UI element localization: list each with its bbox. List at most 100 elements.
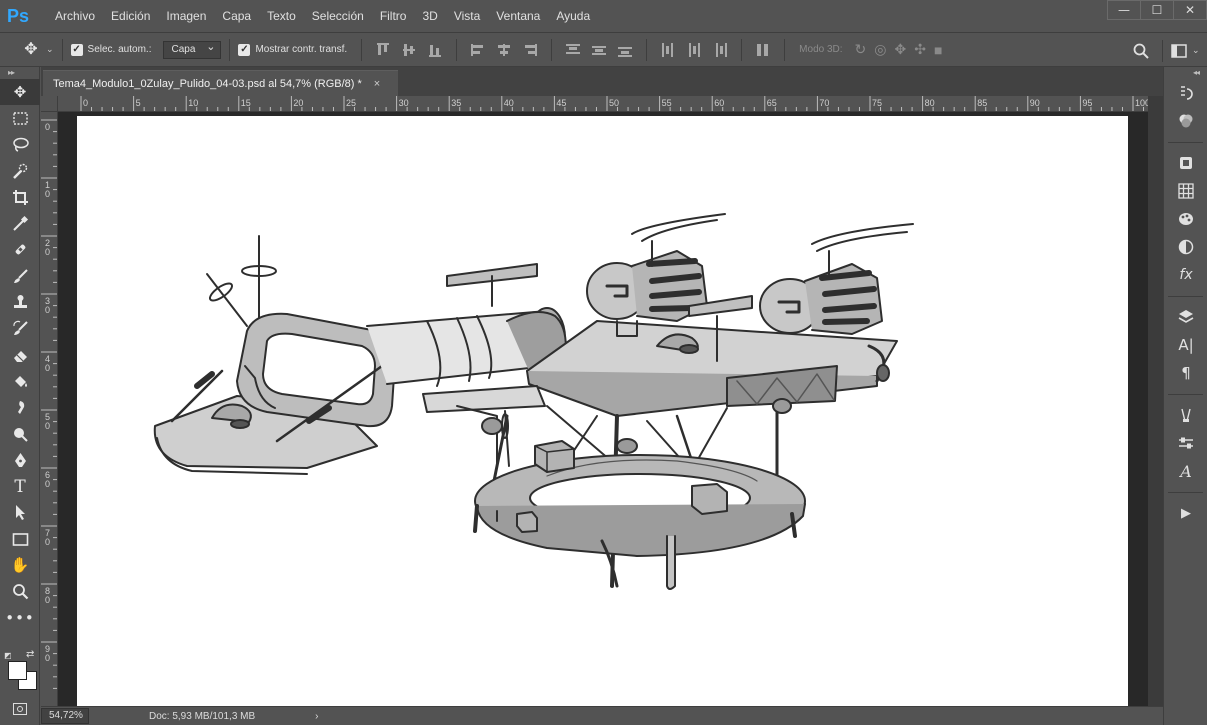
menu-ayuda[interactable]: Ayuda [548, 0, 598, 32]
distribute-top-icon[interactable] [565, 42, 581, 58]
menu-imagen[interactable]: Imagen [158, 0, 214, 32]
layer-style-fx-icon[interactable]: fx [1164, 261, 1207, 289]
vertical-scrollbar[interactable] [1148, 96, 1163, 706]
workspace-switcher-icon[interactable]: ⌄ [1171, 43, 1207, 58]
horizontal-ruler[interactable]: 0 5 10 15 20 25 30 35 40 45 50 55 60 65 70 75 80 85 90 95 10… [58, 96, 1148, 112]
actions-play-icon[interactable]: ▶ [1164, 499, 1207, 527]
zoom-icon[interactable] [0, 579, 40, 605]
adjustments-panel-icon[interactable] [1164, 233, 1207, 261]
history-brush-icon[interactable] [0, 316, 40, 342]
distribute-center-icon[interactable] [591, 42, 607, 58]
align-bottom-icon[interactable] [427, 42, 443, 58]
distribute-left-icon[interactable] [660, 42, 676, 58]
orbit-3d-icon[interactable]: ↻ [855, 41, 867, 58]
collapse-dock-icon[interactable]: ◂◂ [1164, 67, 1207, 79]
rectangle-shape-icon[interactable] [0, 526, 40, 552]
roll-3d-icon[interactable]: ◎ [874, 41, 886, 58]
paragraph-panel-icon[interactable]: ¶ [1164, 359, 1207, 387]
document-info[interactable]: Doc: 5,93 MB/101,3 MB [149, 711, 255, 722]
divider [361, 38, 363, 61]
hand-icon[interactable]: ✋ [0, 552, 40, 578]
pan-3d-icon[interactable]: ✥ [894, 41, 906, 58]
path-selection-icon[interactable] [0, 500, 40, 526]
ruler-label: 0 [45, 247, 50, 257]
menu-vista[interactable]: Vista [446, 0, 488, 32]
foreground-color-swatch[interactable] [8, 661, 27, 680]
ruler-label: 35 [451, 98, 461, 108]
history-panel-icon[interactable] [1164, 79, 1207, 107]
close-tab-icon[interactable]: × [374, 78, 380, 90]
quick-selection-icon[interactable] [0, 158, 40, 184]
paint-bucket-icon[interactable] [0, 368, 40, 394]
brush-icon[interactable] [0, 263, 40, 289]
properties-panel-icon[interactable] [1164, 429, 1207, 457]
brush-presets-panel-icon[interactable] [1164, 401, 1207, 429]
ruler-label: 100 [1135, 98, 1148, 108]
search-icon[interactable] [1128, 43, 1154, 59]
auto-align-icon[interactable] [755, 42, 771, 58]
color-panel-icon[interactable] [1164, 107, 1207, 135]
move-tool-icon[interactable]: ✥ [0, 79, 40, 106]
camera-3d-icon[interactable]: ■ [934, 42, 942, 58]
canvas-workspace[interactable] [58, 112, 1148, 706]
move-tool-preset-icon[interactable]: ✥ [20, 39, 42, 61]
menu-edicion[interactable]: Edición [103, 0, 158, 32]
align-horizontal-center-icon[interactable] [496, 42, 512, 58]
menu-seleccion[interactable]: Selección [304, 0, 372, 32]
align-top-icon[interactable] [375, 42, 391, 58]
distribute-bottom-icon[interactable] [617, 42, 633, 58]
eyedropper-icon[interactable] [0, 210, 40, 236]
show-transform-checkbox[interactable]: ✓ [238, 43, 251, 56]
zoom-level-field[interactable]: 54,72% [41, 708, 89, 724]
swatches-panel-icon[interactable] [1164, 177, 1207, 205]
align-right-icon[interactable] [522, 42, 538, 58]
vertical-ruler[interactable]: 0102030405060708090 [41, 112, 58, 706]
ruler-origin[interactable] [41, 96, 58, 112]
clone-stamp-icon[interactable] [0, 289, 40, 315]
align-vertical-center-icon[interactable] [401, 42, 417, 58]
auto-select-checkbox[interactable]: ✓ [70, 43, 83, 56]
swap-colors-icon[interactable]: ⇄ [26, 649, 34, 660]
distribute-hcenter-icon[interactable] [686, 42, 702, 58]
slide-3d-icon[interactable]: ✣ [914, 41, 926, 58]
auto-select-dropdown[interactable]: Capa [163, 39, 222, 59]
libraries-panel-icon[interactable] [1164, 149, 1207, 177]
glyphs-panel-icon[interactable]: A [1164, 457, 1207, 485]
ruler-label: 95 [1082, 98, 1092, 108]
type-icon[interactable]: T [0, 473, 40, 499]
more-tools-icon[interactable]: ••• [0, 605, 40, 631]
distribute-right-icon[interactable] [712, 42, 728, 58]
close-window-button[interactable]: ✕ [1173, 0, 1207, 20]
smudge-icon[interactable] [0, 395, 40, 421]
pen-icon[interactable] [0, 447, 40, 473]
maximize-button[interactable]: ☐ [1140, 0, 1174, 20]
align-left-icon[interactable] [470, 42, 486, 58]
minimize-button[interactable]: — [1107, 0, 1141, 20]
menu-archivo[interactable]: Archivo [47, 0, 103, 32]
auto-select-label: Selec. autom.: [87, 44, 152, 55]
document-tab-title: Tema4_Modulo1_0Zulay_Pulido_04-03.psd al… [53, 77, 362, 90]
menu-filtro[interactable]: Filtro [372, 0, 415, 32]
document-canvas[interactable] [77, 116, 1128, 706]
lasso-icon[interactable] [0, 132, 40, 158]
healing-brush-icon[interactable] [0, 237, 40, 263]
chevron-down-icon[interactable]: ⌄ [46, 44, 54, 55]
crop-icon[interactable] [0, 184, 40, 210]
default-colors-icon[interactable]: ◩ [4, 651, 12, 660]
eraser-icon[interactable] [0, 342, 40, 368]
collapse-panel-icon[interactable]: ▸▸ [0, 67, 39, 79]
dodge-icon[interactable] [0, 421, 40, 447]
quick-mask-icon[interactable] [13, 703, 27, 715]
styles-panel-icon[interactable] [1164, 205, 1207, 233]
document-tab[interactable]: Tema4_Modulo1_0Zulay_Pulido_04-03.psd al… [43, 70, 398, 96]
menu-texto[interactable]: Texto [259, 0, 304, 32]
status-menu-arrow-icon[interactable]: › [315, 711, 318, 722]
layers-panel-icon[interactable] [1164, 303, 1207, 331]
menu-3d[interactable]: 3D [414, 0, 445, 32]
menu-capa[interactable]: Capa [214, 0, 259, 32]
rectangular-marquee-icon[interactable] [0, 105, 40, 131]
mode-3d-label: Modo 3D: [799, 44, 843, 55]
character-panel-icon[interactable]: A| [1164, 331, 1207, 359]
ruler-label: 80 [925, 98, 935, 108]
menu-ventana[interactable]: Ventana [488, 0, 548, 32]
